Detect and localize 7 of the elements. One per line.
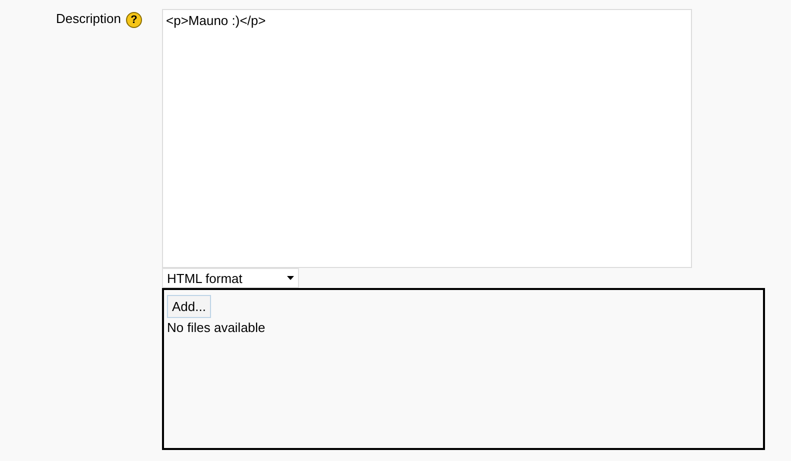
field-label: Description xyxy=(56,11,121,27)
caret-icon xyxy=(287,276,294,280)
help-icon[interactable]: ? xyxy=(126,12,142,28)
empty-message: No files available xyxy=(167,320,266,335)
format-select[interactable]: HTML format xyxy=(162,268,299,288)
add-button[interactable]: Add... xyxy=(167,295,211,318)
description-field[interactable]: <p>Mauno :)</p> xyxy=(162,9,692,268)
